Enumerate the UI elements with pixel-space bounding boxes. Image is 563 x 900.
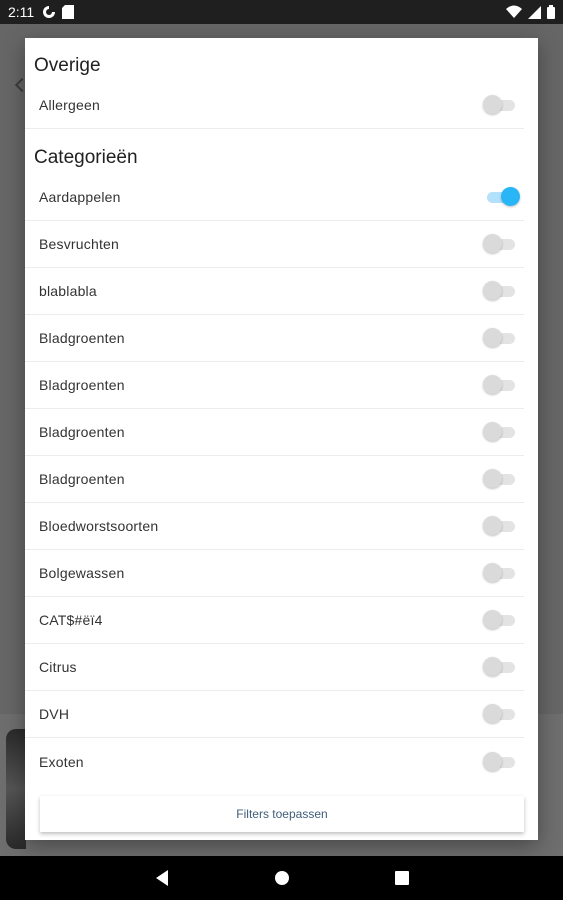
filter-toggle[interactable]	[483, 421, 519, 443]
filter-label: CAT$#ëï4	[39, 612, 103, 628]
navigation-bar	[0, 856, 563, 900]
toggle-thumb	[483, 375, 502, 394]
toggle-thumb	[483, 469, 502, 488]
filter-toggle[interactable]	[483, 656, 519, 678]
filter-toggle[interactable]	[483, 562, 519, 584]
toggle-thumb	[483, 328, 502, 347]
status-time: 2:11	[8, 4, 35, 20]
filter-label: Besvruchten	[39, 236, 120, 252]
toggle-thumb	[483, 281, 502, 300]
filter-label: Bloedworstsoorten	[39, 518, 159, 534]
filter-label: Aardappelen	[39, 189, 121, 205]
status-bar: 2:11	[0, 0, 563, 24]
background-photo	[6, 729, 26, 849]
filter-label: Exoten	[39, 753, 84, 770]
toggle-thumb	[501, 187, 520, 206]
filter-toggle[interactable]	[483, 609, 519, 631]
filter-row[interactable]: Bladgroenten	[25, 362, 524, 409]
section-title-overige: Overige	[34, 55, 101, 76]
apply-filters-button[interactable]: Filters toepassen	[40, 796, 524, 832]
toggle-thumb	[483, 422, 502, 441]
filter-toggle[interactable]	[483, 374, 519, 396]
filter-row[interactable]: Bolgewassen	[25, 550, 524, 597]
filter-label: Allergeen	[39, 97, 100, 113]
toggle-thumb	[483, 610, 502, 629]
filter-toggle[interactable]	[483, 280, 519, 302]
home-icon[interactable]	[275, 871, 289, 885]
filter-row[interactable]: DVH	[25, 691, 524, 738]
filter-toggle[interactable]	[483, 751, 519, 773]
filter-toggle[interactable]	[483, 186, 520, 208]
filter-label: Bladgroenten	[39, 330, 125, 346]
filter-label: Bolgewassen	[39, 565, 125, 581]
back-icon[interactable]	[156, 870, 168, 886]
filter-row[interactable]: Bladgroenten	[25, 315, 524, 362]
filter-row[interactable]: Citrus	[25, 644, 524, 691]
filter-dialog: Overige Allergeen Categorieën Aardappele…	[25, 38, 538, 840]
filter-row[interactable]: Bloedworstsoorten	[25, 503, 524, 550]
filter-toggle[interactable]	[483, 233, 519, 255]
section-title-categorieen: Categorieën	[34, 147, 138, 168]
filter-label: DVH	[39, 706, 70, 722]
filter-row[interactable]: Aardappelen	[25, 174, 524, 221]
toggle-thumb	[483, 704, 502, 723]
signal-icon	[528, 5, 541, 19]
filter-toggle[interactable]	[483, 703, 519, 725]
sd-card-icon	[62, 5, 75, 19]
toggle-thumb	[483, 234, 502, 253]
filter-row[interactable]: CAT$#ëï4	[25, 597, 524, 644]
filter-label: Citrus	[39, 659, 77, 675]
filter-toggle[interactable]	[483, 327, 519, 349]
filter-row[interactable]: Besvruchten	[25, 221, 524, 268]
filter-row[interactable]: Bladgroenten	[25, 409, 524, 456]
filter-toggle[interactable]	[483, 94, 519, 116]
recents-icon[interactable]	[395, 871, 409, 885]
toggle-thumb	[483, 657, 502, 676]
filter-row[interactable]: Bladgroenten	[25, 456, 524, 503]
filter-label: Bladgroenten	[39, 424, 125, 440]
data-saver-icon	[43, 6, 56, 18]
filter-label: Bladgroenten	[39, 471, 125, 487]
filter-label: blablabla	[39, 283, 97, 299]
toggle-thumb	[483, 95, 502, 114]
filter-row[interactable]: blablabla	[25, 268, 524, 315]
filter-row-allergeen[interactable]: Allergeen	[25, 82, 524, 129]
filter-toggle[interactable]	[483, 468, 519, 490]
toggle-thumb	[483, 751, 502, 771]
battery-icon	[547, 5, 555, 19]
filter-label: Bladgroenten	[39, 377, 125, 393]
filter-toggle[interactable]	[483, 515, 519, 537]
filter-row[interactable]: Exoten	[25, 738, 524, 785]
toggle-thumb	[483, 516, 502, 535]
toggle-thumb	[483, 563, 502, 582]
wifi-icon	[506, 5, 522, 18]
